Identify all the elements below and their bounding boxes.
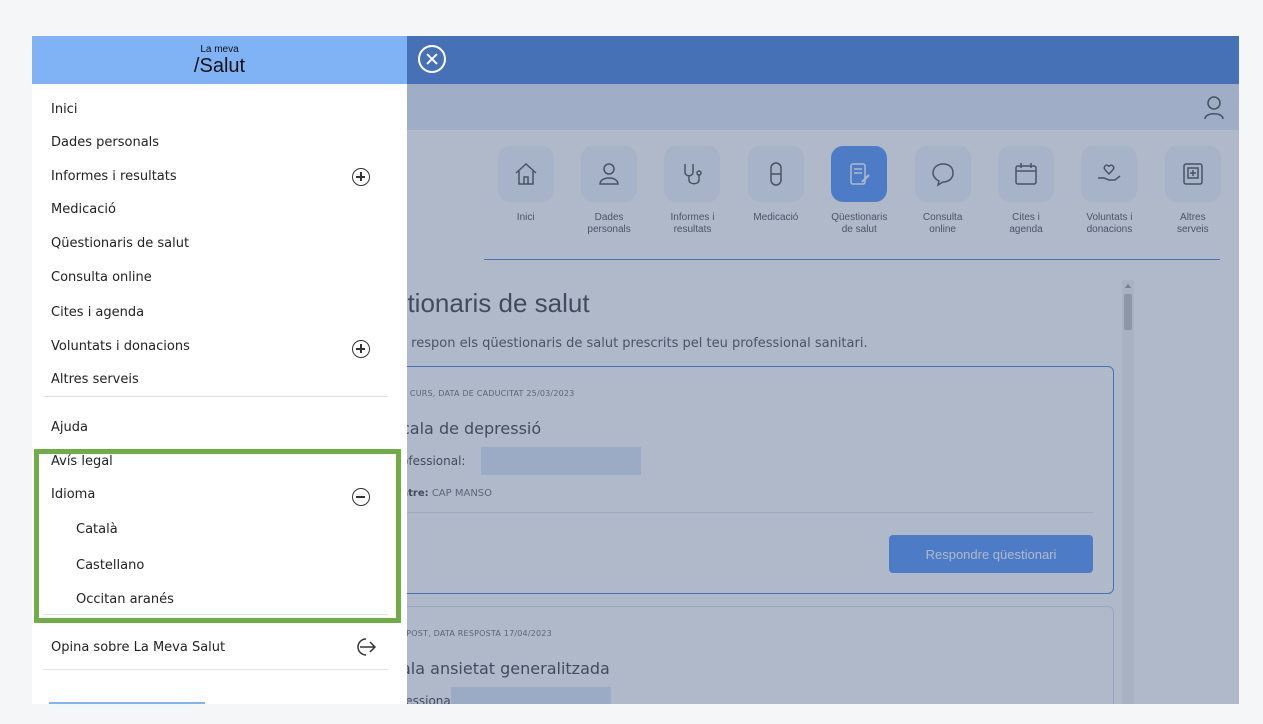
exit-icon[interactable] (354, 637, 376, 657)
expand-plus-icon[interactable] (352, 168, 370, 186)
menu-item-questionaris[interactable]: Qüestionaris de salut (51, 236, 189, 251)
menu-item-cites[interactable]: Cites i agenda (51, 305, 144, 320)
logo[interactable]: La meva /Salut (32, 36, 407, 84)
menu-item-altres-serveis[interactable]: Altres serveis (51, 372, 139, 387)
bottom-accent-bar (49, 702, 205, 704)
language-highlight-box (34, 449, 401, 623)
menu-item-voluntats[interactable]: Voluntats i donacions (51, 339, 190, 354)
menu-item-inici[interactable]: Inici (51, 102, 77, 117)
side-menu: La meva /Salut Inici Dades personals Inf… (32, 36, 407, 704)
menu-item-ajuda[interactable]: Ajuda (51, 420, 88, 435)
menu-item-opina[interactable]: Opina sobre La Meva Salut (51, 640, 225, 655)
logo-main: /Salut (193, 54, 246, 77)
close-icon[interactable] (418, 45, 446, 73)
expand-plus-icon[interactable] (352, 340, 370, 358)
menu-item-informes[interactable]: Informes i resultats (51, 169, 177, 184)
app-frame: Inici Dades personals Informes i resultats… (32, 36, 1239, 704)
menu-item-medicacio[interactable]: Medicació (51, 202, 116, 217)
menu-item-consulta-online[interactable]: Consulta online (51, 270, 152, 285)
menu-divider (43, 396, 388, 397)
menu-divider (43, 669, 388, 670)
menu-item-dades-personals[interactable]: Dades personals (51, 135, 159, 150)
logo-top: La meva (200, 43, 239, 55)
